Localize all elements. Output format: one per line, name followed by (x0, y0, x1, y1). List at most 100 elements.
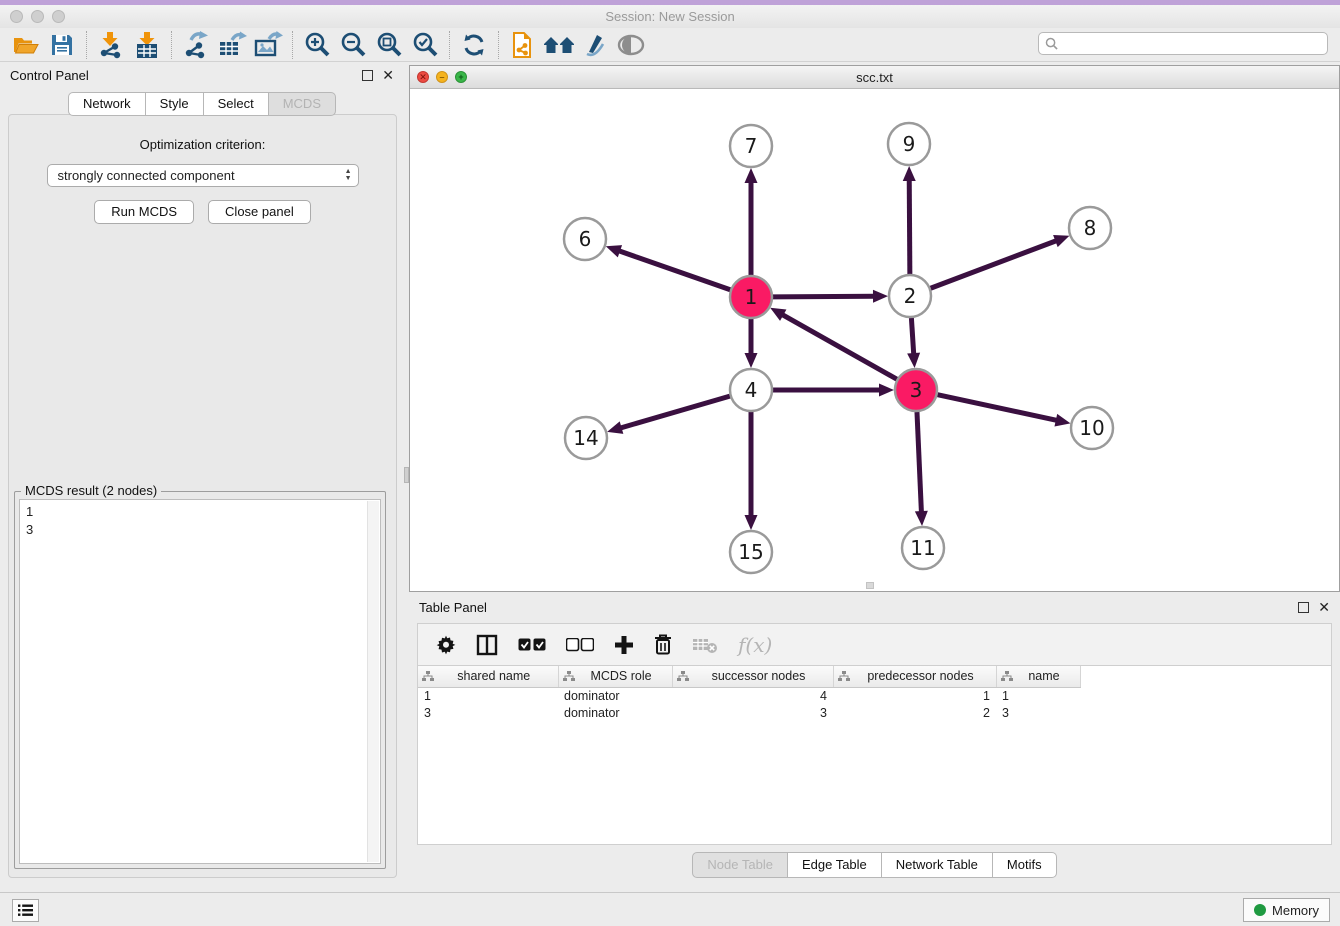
graph-edge-3-1[interactable] (781, 314, 896, 379)
import-network-button[interactable] (93, 30, 129, 60)
close-panel-button[interactable]: Close panel (208, 200, 311, 224)
function-builder-button[interactable]: f(x) (738, 633, 772, 657)
search-box[interactable] (1038, 32, 1328, 55)
close-panel-icon[interactable]: ✕ (382, 68, 394, 82)
graph-node-7[interactable]: 7 (730, 125, 772, 167)
tab-network[interactable]: Network (68, 92, 146, 116)
table-row[interactable]: 1dominator411 (418, 687, 1080, 704)
graph-node-10[interactable]: 10 (1071, 407, 1113, 449)
network-canvas[interactable]: 7 9 6 8 1 2 4 3 14 10 15 11 (410, 89, 1339, 591)
hide-graphics-details-button[interactable] (613, 30, 649, 60)
open-session-button[interactable] (8, 30, 44, 60)
graph-edge-1-6[interactable] (618, 251, 730, 290)
table-cell[interactable]: 3 (996, 704, 1080, 721)
select-all-columns-button[interactable] (518, 638, 546, 652)
first-neighbors-button[interactable] (541, 30, 577, 60)
table-cell[interactable]: dominator (558, 704, 672, 721)
column-header-shared-name[interactable]: shared name (418, 666, 558, 687)
table-cell[interactable]: 2 (833, 704, 996, 721)
export-network-button[interactable] (178, 30, 214, 60)
float-table-panel-icon[interactable] (1298, 602, 1309, 613)
graph-node-8[interactable]: 8 (1069, 207, 1111, 249)
table-cell[interactable]: dominator (558, 687, 672, 704)
graph-edge-2-8[interactable] (931, 240, 1058, 288)
minimize-window-button[interactable] (31, 10, 44, 23)
zoom-fit-button[interactable] (371, 30, 407, 60)
node-table: shared nameMCDS rolesuccessor nodesprede… (417, 665, 1332, 845)
graph-node-3[interactable]: 3 (895, 369, 937, 411)
column-header-successor-nodes[interactable]: successor nodes (672, 666, 833, 687)
table-cell[interactable]: 1 (833, 687, 996, 704)
save-session-button[interactable] (44, 30, 80, 60)
graph-node-1[interactable]: 1 (730, 276, 772, 318)
import-table-icon (134, 31, 160, 59)
graph-edge-2-3[interactable] (911, 318, 913, 355)
table-cell[interactable]: 3 (672, 704, 833, 721)
delete-table-button[interactable] (692, 636, 718, 654)
refresh-button[interactable] (456, 30, 492, 60)
tab-mcds[interactable]: MCDS (269, 92, 336, 116)
column-header-MCDS-role[interactable]: MCDS role (558, 666, 672, 687)
export-network-icon (183, 31, 209, 59)
memory-button[interactable]: Memory (1243, 898, 1330, 922)
tab-select[interactable]: Select (204, 92, 269, 116)
table-cell[interactable]: 3 (418, 704, 558, 721)
column-layout-button[interactable] (476, 634, 498, 656)
new-network-from-selection-button[interactable] (505, 30, 541, 60)
deselect-all-columns-button[interactable] (566, 638, 594, 652)
zoom-out-button[interactable] (335, 30, 371, 60)
tab-network-table[interactable]: Network Table (882, 852, 993, 878)
graph-edge-3-11[interactable] (917, 412, 921, 513)
tab-motifs[interactable]: Motifs (993, 852, 1057, 878)
graph-node-6[interactable]: 6 (564, 218, 606, 260)
zoom-window-button[interactable] (52, 10, 65, 23)
close-table-panel-icon[interactable]: ✕ (1318, 600, 1330, 614)
column-header-name[interactable]: name (996, 666, 1080, 687)
table-cell[interactable]: 4 (672, 687, 833, 704)
graph-node-9[interactable]: 9 (888, 123, 930, 165)
graph-edge-4-14[interactable] (620, 396, 730, 428)
zoom-selected-icon (412, 31, 439, 58)
toolbar-separator (86, 31, 87, 59)
zoom-selected-button[interactable] (407, 30, 443, 60)
optimization-criterion-select[interactable]: strongly connected component ▲▼ (47, 164, 359, 187)
graph-node-11[interactable]: 11 (902, 527, 944, 569)
delete-columns-button[interactable] (654, 634, 672, 655)
edge-arrowhead (879, 384, 894, 397)
svg-text:10: 10 (1079, 416, 1104, 440)
zoom-in-button[interactable] (299, 30, 335, 60)
run-mcds-button[interactable]: Run MCDS (94, 200, 194, 224)
import-table-button[interactable] (129, 30, 165, 60)
table-settings-button[interactable] (436, 635, 456, 655)
tab-style[interactable]: Style (146, 92, 204, 116)
export-image-button[interactable] (250, 30, 286, 60)
graph-node-4[interactable]: 4 (730, 369, 772, 411)
graph-node-15[interactable]: 15 (730, 531, 772, 573)
graph-node-2[interactable]: 2 (889, 275, 931, 317)
export-table-button[interactable] (214, 30, 250, 60)
canvas-grip[interactable] (866, 582, 874, 589)
mcds-result-text[interactable]: 1 3 (19, 499, 381, 864)
column-type-icon (563, 671, 575, 682)
column-header-predecessor-nodes[interactable]: predecessor nodes (833, 666, 996, 687)
result-scrollbar[interactable] (367, 501, 379, 862)
create-column-button[interactable] (614, 635, 634, 655)
task-history-button[interactable] (12, 899, 39, 922)
table-cell[interactable]: 1 (996, 687, 1080, 704)
graph-edge-2-9[interactable] (909, 179, 910, 274)
close-window-button[interactable] (10, 10, 23, 23)
show-graphics-details-button[interactable] (577, 30, 613, 60)
control-panel-title: Control Panel (10, 68, 362, 83)
float-panel-icon[interactable] (362, 70, 373, 81)
table-panel-header: Table Panel ✕ (409, 595, 1340, 619)
tab-edge-table[interactable]: Edge Table (788, 852, 882, 878)
tab-node-table[interactable]: Node Table (692, 852, 788, 878)
graph-edge-3-10[interactable] (938, 395, 1058, 421)
graph-node-14[interactable]: 14 (565, 417, 607, 459)
search-input[interactable] (1063, 37, 1321, 51)
table-cell[interactable]: 1 (418, 687, 558, 704)
graph-edge-1-2[interactable] (773, 296, 875, 297)
table-row[interactable]: 3dominator323 (418, 704, 1080, 721)
optimization-criterion-label: Optimization criterion: (9, 137, 396, 152)
svg-text:1: 1 (745, 285, 758, 309)
